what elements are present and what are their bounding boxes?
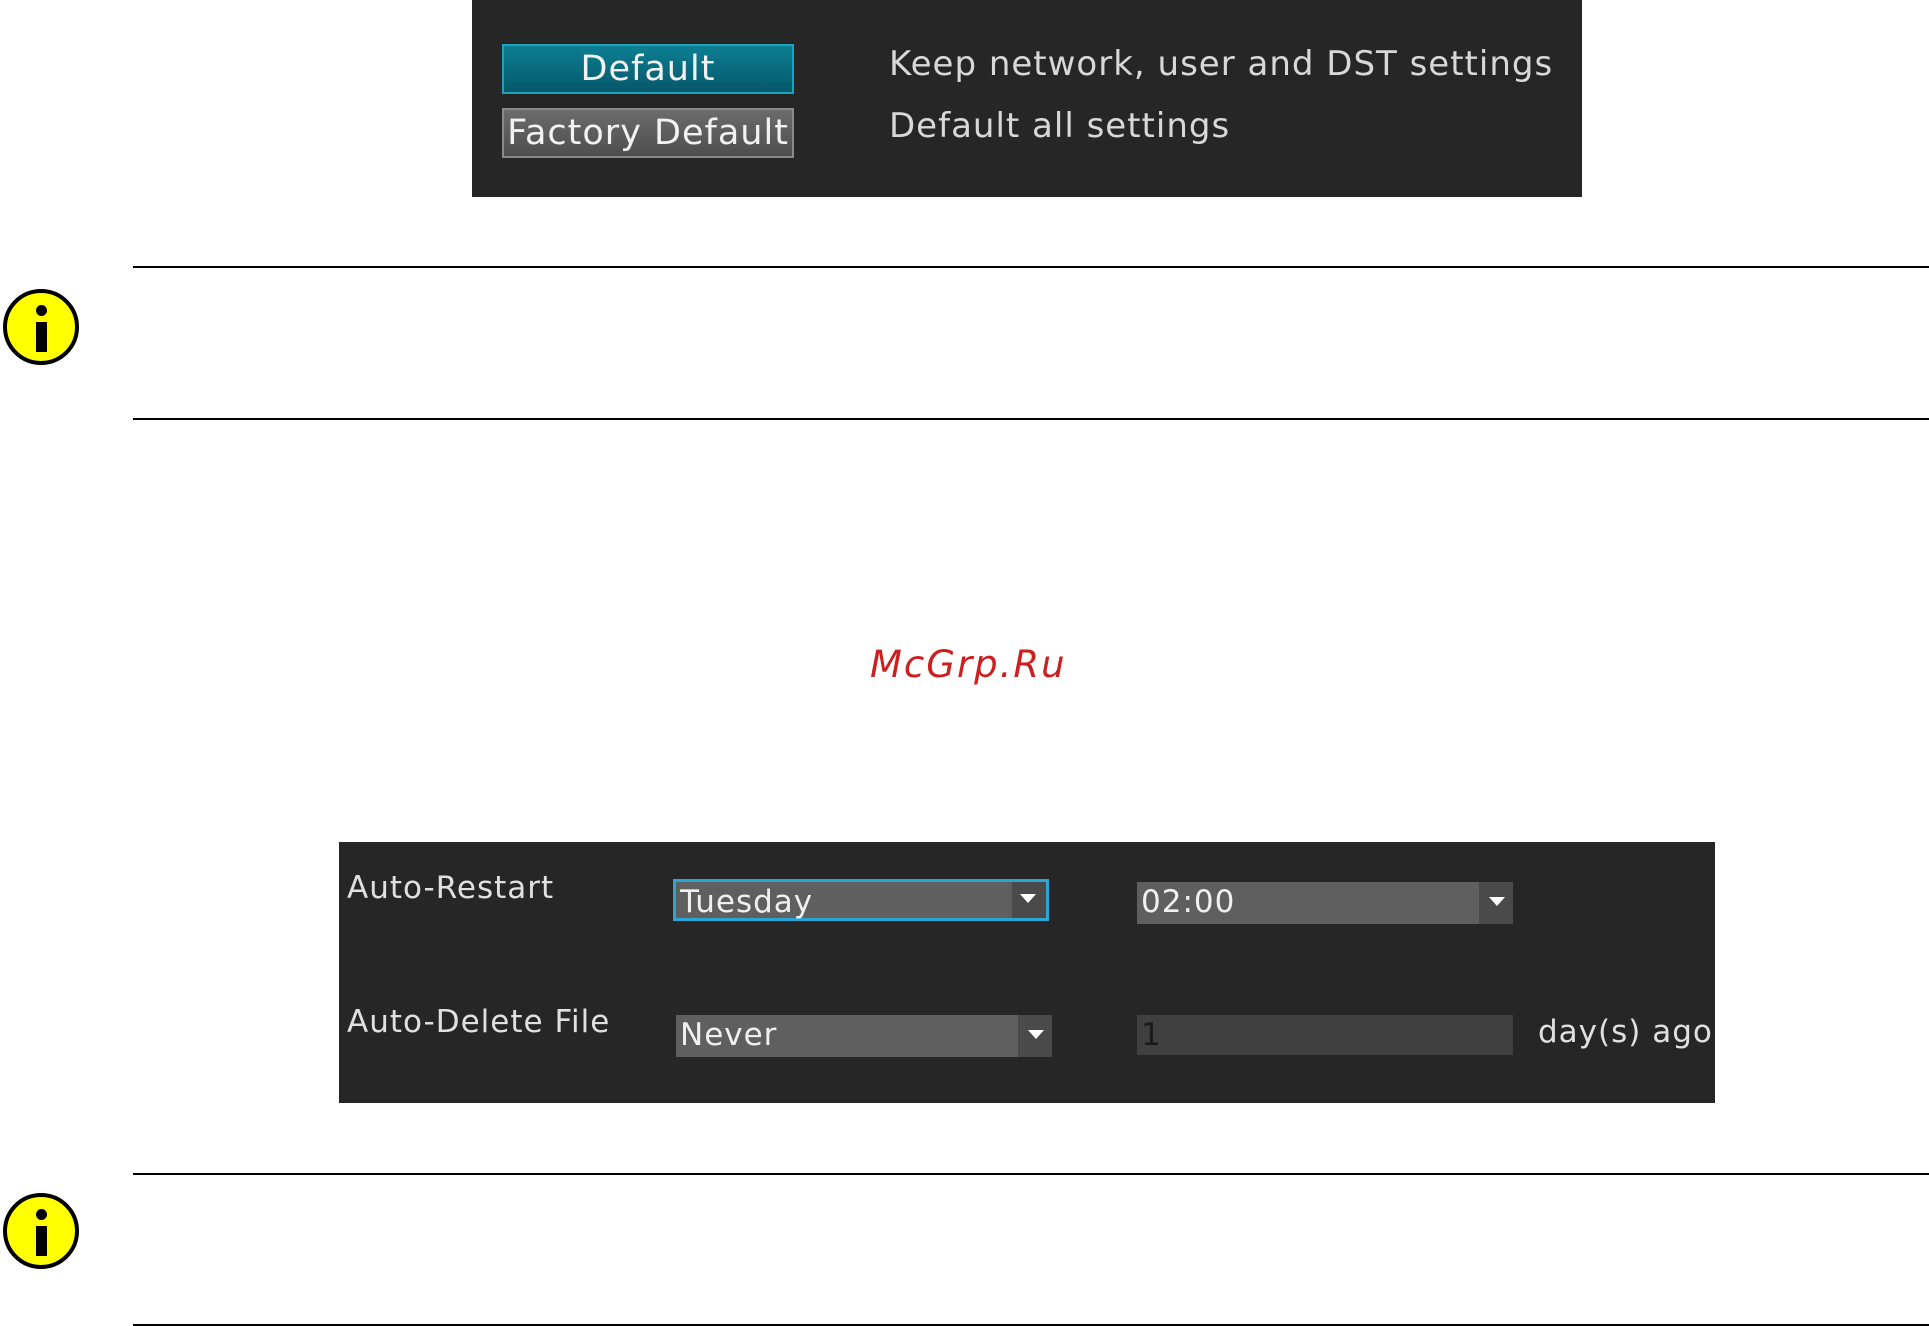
auto-restart-time-value: 02:00 bbox=[1141, 884, 1236, 920]
note-bottom-rule bbox=[133, 418, 1929, 420]
auto-restart-label: Auto-Restart bbox=[347, 870, 555, 906]
auto-maintenance-panel: Auto-Restart Tuesday 02:00 Auto-Delete F… bbox=[339, 842, 1715, 1103]
info-icon-stem bbox=[36, 322, 47, 352]
info-icon-dot bbox=[36, 305, 47, 316]
default-settings-panel: Default Keep network, user and DST setti… bbox=[472, 0, 1582, 197]
page: Default Keep network, user and DST setti… bbox=[0, 0, 1929, 1326]
factory-default-description: Default all settings bbox=[889, 106, 1231, 146]
info-icon bbox=[3, 1193, 79, 1269]
default-description: Keep network, user and DST settings bbox=[889, 44, 1554, 84]
auto-delete-days-value: 1 bbox=[1141, 1017, 1161, 1053]
dropdown-button[interactable] bbox=[1012, 882, 1046, 918]
auto-delete-file-label: Auto-Delete File bbox=[347, 1004, 611, 1040]
watermark: McGrp.Ru bbox=[870, 643, 1067, 686]
auto-restart-day-select[interactable]: Tuesday bbox=[673, 879, 1049, 921]
dropdown-button[interactable] bbox=[1479, 882, 1513, 924]
auto-delete-mode-value: Never bbox=[680, 1017, 778, 1053]
auto-delete-mode-select[interactable]: Never bbox=[676, 1015, 1052, 1057]
auto-restart-time-select[interactable]: 02:00 bbox=[1137, 882, 1513, 924]
info-icon-stem bbox=[36, 1226, 47, 1256]
auto-delete-days-input[interactable]: 1 bbox=[1137, 1015, 1513, 1055]
dropdown-button[interactable] bbox=[1018, 1015, 1052, 1057]
factory-default-button[interactable]: Factory Default bbox=[502, 108, 794, 158]
note-top-rule bbox=[133, 1173, 1929, 1175]
auto-restart-day-value: Tuesday bbox=[680, 884, 814, 920]
chevron-down-icon bbox=[1028, 1030, 1044, 1039]
days-ago-suffix: day(s) ago bbox=[1538, 1014, 1713, 1050]
chevron-down-icon bbox=[1020, 894, 1036, 903]
default-button[interactable]: Default bbox=[502, 44, 794, 94]
note-top-rule bbox=[133, 266, 1929, 268]
chevron-down-icon bbox=[1489, 897, 1505, 906]
info-icon bbox=[3, 289, 79, 365]
info-icon-dot bbox=[36, 1209, 47, 1220]
